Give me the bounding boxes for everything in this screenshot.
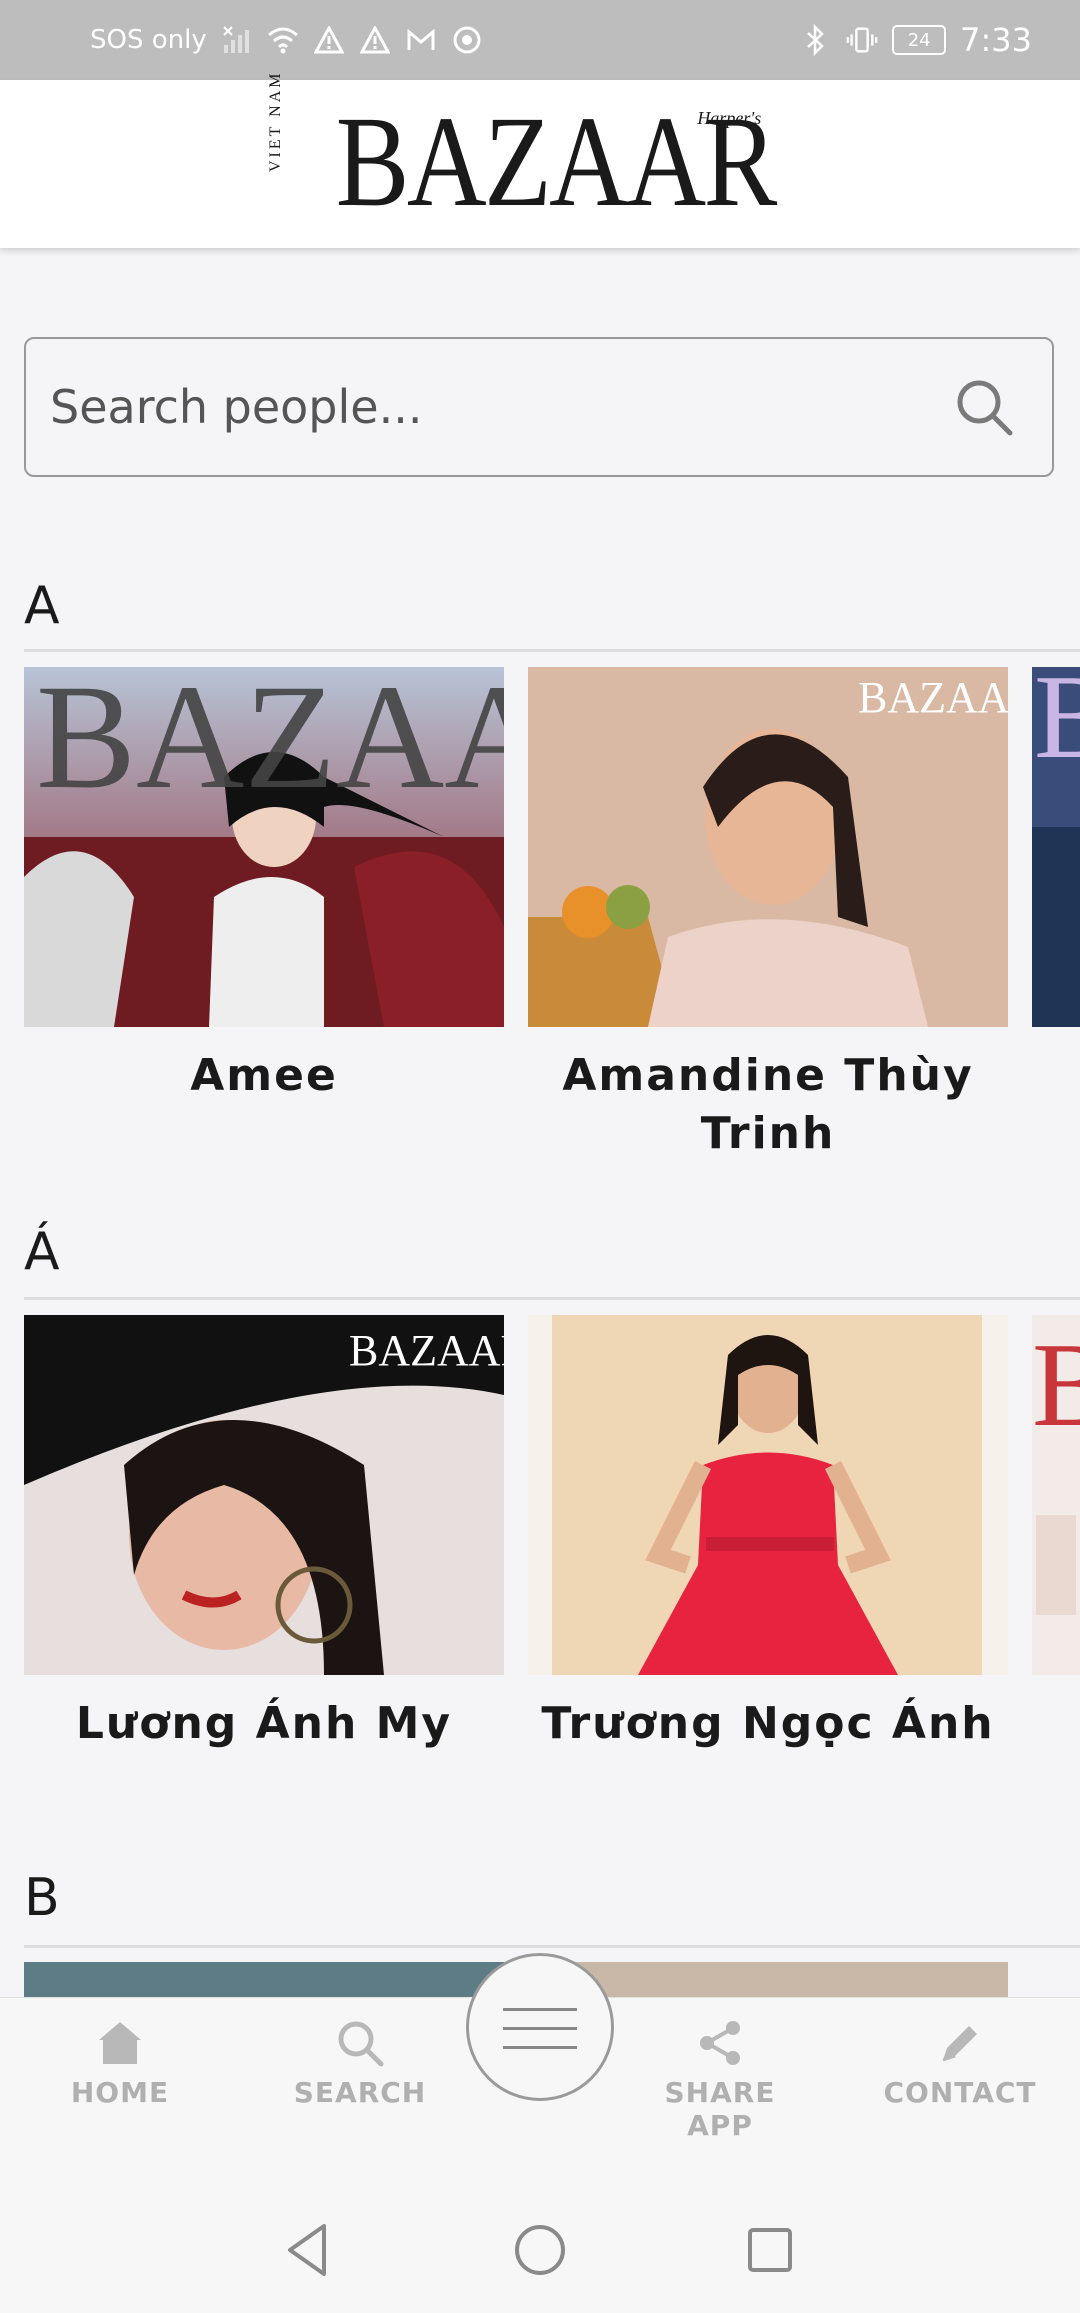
battery-icon: 24	[892, 25, 947, 55]
menu-button[interactable]	[466, 1953, 614, 2101]
vibrate-icon	[846, 24, 878, 56]
person-card-partial[interactable]: B	[1032, 667, 1080, 1027]
svg-text:BAZAAR: BAZAAR	[858, 673, 1008, 722]
person-name[interactable]: Amee	[24, 1047, 504, 1105]
bazaar-logo[interactable]: VIET NAM Harper's BAZAAR	[0, 71, 1080, 234]
logo-text: BAZAAR	[335, 90, 777, 234]
back-icon[interactable]	[278, 2220, 338, 2280]
section-header-a: A	[24, 576, 60, 636]
no-signal-icon	[221, 24, 253, 56]
person-name[interactable]: Trương Ngọc Ánh	[528, 1695, 1008, 1753]
person-cover-image: BAZAAR	[24, 1315, 504, 1675]
search-icon[interactable]	[952, 375, 1016, 439]
person-cover-image: BAZAAR	[528, 667, 1008, 1027]
warning-icon	[359, 24, 391, 56]
section-divider	[24, 1945, 1080, 1948]
status-bar: SOS only 24 7:33	[0, 0, 1080, 80]
section-header-b: B	[24, 1868, 60, 1928]
svg-text:BAZAAR: BAZAAR	[36, 667, 504, 820]
nav-home-label: HOME	[70, 2076, 170, 2109]
person-name[interactable]: Lương Ánh My	[24, 1695, 504, 1753]
logo-country: VIET NAM	[266, 70, 284, 172]
recents-icon[interactable]	[740, 2220, 800, 2280]
person-cover-image: BAZAAR	[24, 667, 504, 1027]
wifi-icon	[267, 24, 299, 56]
nav-contact[interactable]: CONTACT	[870, 2018, 1050, 2109]
gmail-icon	[405, 24, 437, 56]
svg-text:B: B	[1032, 1318, 1080, 1451]
nav-share-app[interactable]: SHARE APP	[630, 2018, 810, 2142]
menu-icon	[503, 2046, 577, 2049]
search-input[interactable]: Search people...	[24, 337, 1054, 477]
person-name[interactable]: Amandine Thùy Trinh	[528, 1047, 1008, 1163]
nav-share-label: SHARE APP	[664, 2076, 776, 2142]
carrier-text: SOS only	[90, 25, 207, 55]
section-divider	[24, 649, 1080, 652]
chrome-icon	[451, 24, 483, 56]
search-placeholder: Search people...	[50, 380, 423, 434]
share-icon	[700, 2021, 740, 2065]
person-cover-image	[528, 1315, 1008, 1675]
section-divider	[24, 1297, 1080, 1300]
person-card-partial[interactable]: B	[1032, 1315, 1080, 1675]
app-header: VIET NAM Harper's BAZAAR	[0, 71, 1080, 248]
nav-search-label: SEARCH	[293, 2076, 427, 2109]
bluetooth-icon	[800, 24, 832, 56]
home-circle-icon[interactable]	[510, 2220, 570, 2280]
svg-text:B: B	[1034, 667, 1080, 783]
nav-contact-label: CONTACT	[883, 2076, 1037, 2109]
nav-search[interactable]: SEARCH	[270, 2018, 450, 2109]
section-header-a-acute: Á	[24, 1222, 60, 1282]
pen-icon	[942, 2026, 977, 2062]
status-time: 7:33	[960, 21, 1032, 59]
warning-icon	[313, 24, 345, 56]
search-icon	[338, 2021, 384, 2067]
svg-text:BAZAAR: BAZAAR	[349, 1326, 504, 1375]
home-icon	[99, 2022, 141, 2064]
menu-icon	[503, 2027, 577, 2030]
nav-home[interactable]: HOME	[30, 2018, 210, 2109]
menu-icon	[503, 2008, 577, 2011]
